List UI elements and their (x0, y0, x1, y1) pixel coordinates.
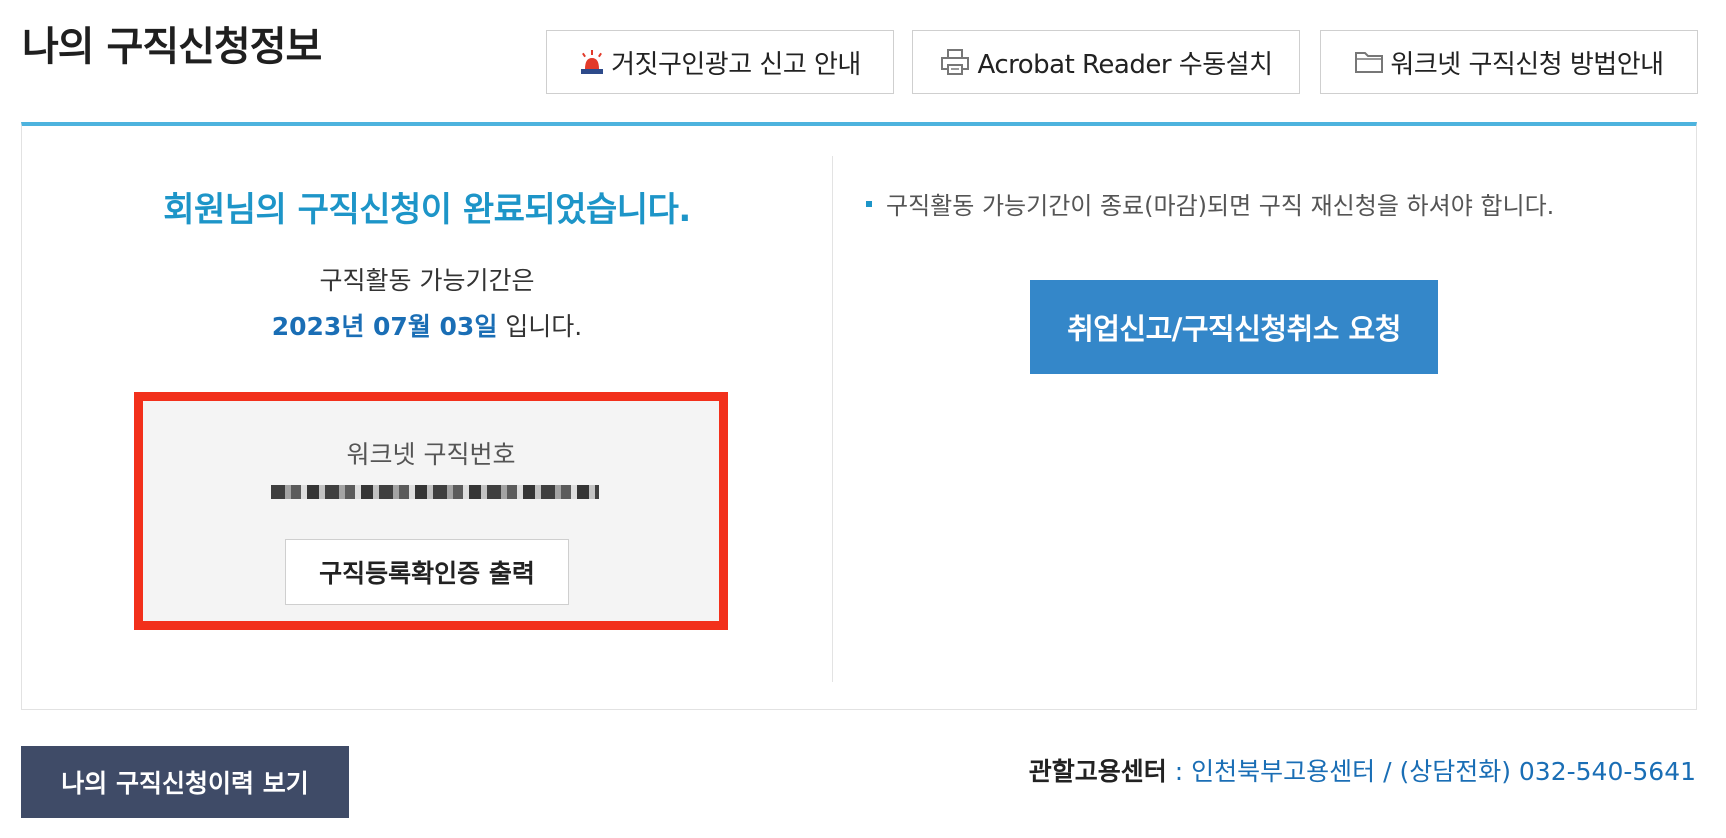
bullet-icon (866, 200, 872, 207)
acrobat-install-button[interactable]: Acrobat Reader 수동설치 (912, 30, 1300, 94)
siren-icon (579, 49, 605, 75)
panel-divider (832, 156, 833, 682)
worknet-number-box: 워크넷 구직번호 구직등록확인증 출력 (134, 392, 728, 630)
employment-center-info: 관할고용센터 : 인천북부고용센터 / (상담전화) 032-540-5641 (1029, 752, 1696, 788)
center-label: 관할고용센터 (1028, 757, 1167, 786)
reapply-notice-text: 구직활동 가능기간이 종료(마감)되면 구직 재신청을 하셔야 합니다. (886, 192, 1555, 220)
complete-message: 회원님의 구직신청이 완료되었습니다. (163, 190, 691, 230)
page-title: 나의 구직신청정보 (22, 24, 322, 70)
period-suffix: 입니다. (497, 312, 583, 341)
period-info: 구직활동 가능기간은 2023년 07월 03일 입니다. (22, 258, 832, 350)
period-line: 2023년 07월 03일 입니다. (22, 304, 832, 350)
period-date: 2023년 07월 03일 (271, 312, 498, 341)
cancel-request-button[interactable]: 취업신고/구직신청취소 요청 (1030, 280, 1438, 374)
reapply-notice: 구직활동 가능기간이 종료(마감)되면 구직 재신청을 하셔야 합니다. (866, 186, 1554, 221)
application-info-panel: 회원님의 구직신청이 완료되었습니다. 구직활동 가능기간은 2023년 07월… (21, 122, 1697, 710)
center-value: : 인천북부고용센터 / (상담전화) 032-540-5641 (1166, 757, 1696, 786)
worknet-guide-button[interactable]: 워크넷 구직신청 방법안내 (1320, 30, 1698, 94)
worknet-guide-label: 워크넷 구직신청 방법안내 (1390, 49, 1664, 80)
history-button[interactable]: 나의 구직신청이력 보기 (21, 746, 349, 818)
printer-icon (939, 48, 971, 76)
period-intro: 구직활동 가능기간은 (319, 266, 535, 295)
fake-ad-report-label: 거짓구인광고 신고 안내 (611, 49, 861, 80)
worknet-number-label: 워크넷 구직번호 (346, 440, 516, 469)
folder-icon (1354, 49, 1384, 75)
worknet-number-redacted (271, 485, 599, 499)
acrobat-install-label: Acrobat Reader 수동설치 (977, 49, 1273, 80)
print-registration-button[interactable]: 구직등록확인증 출력 (285, 539, 569, 605)
fake-ad-report-button[interactable]: 거짓구인광고 신고 안내 (546, 30, 894, 94)
